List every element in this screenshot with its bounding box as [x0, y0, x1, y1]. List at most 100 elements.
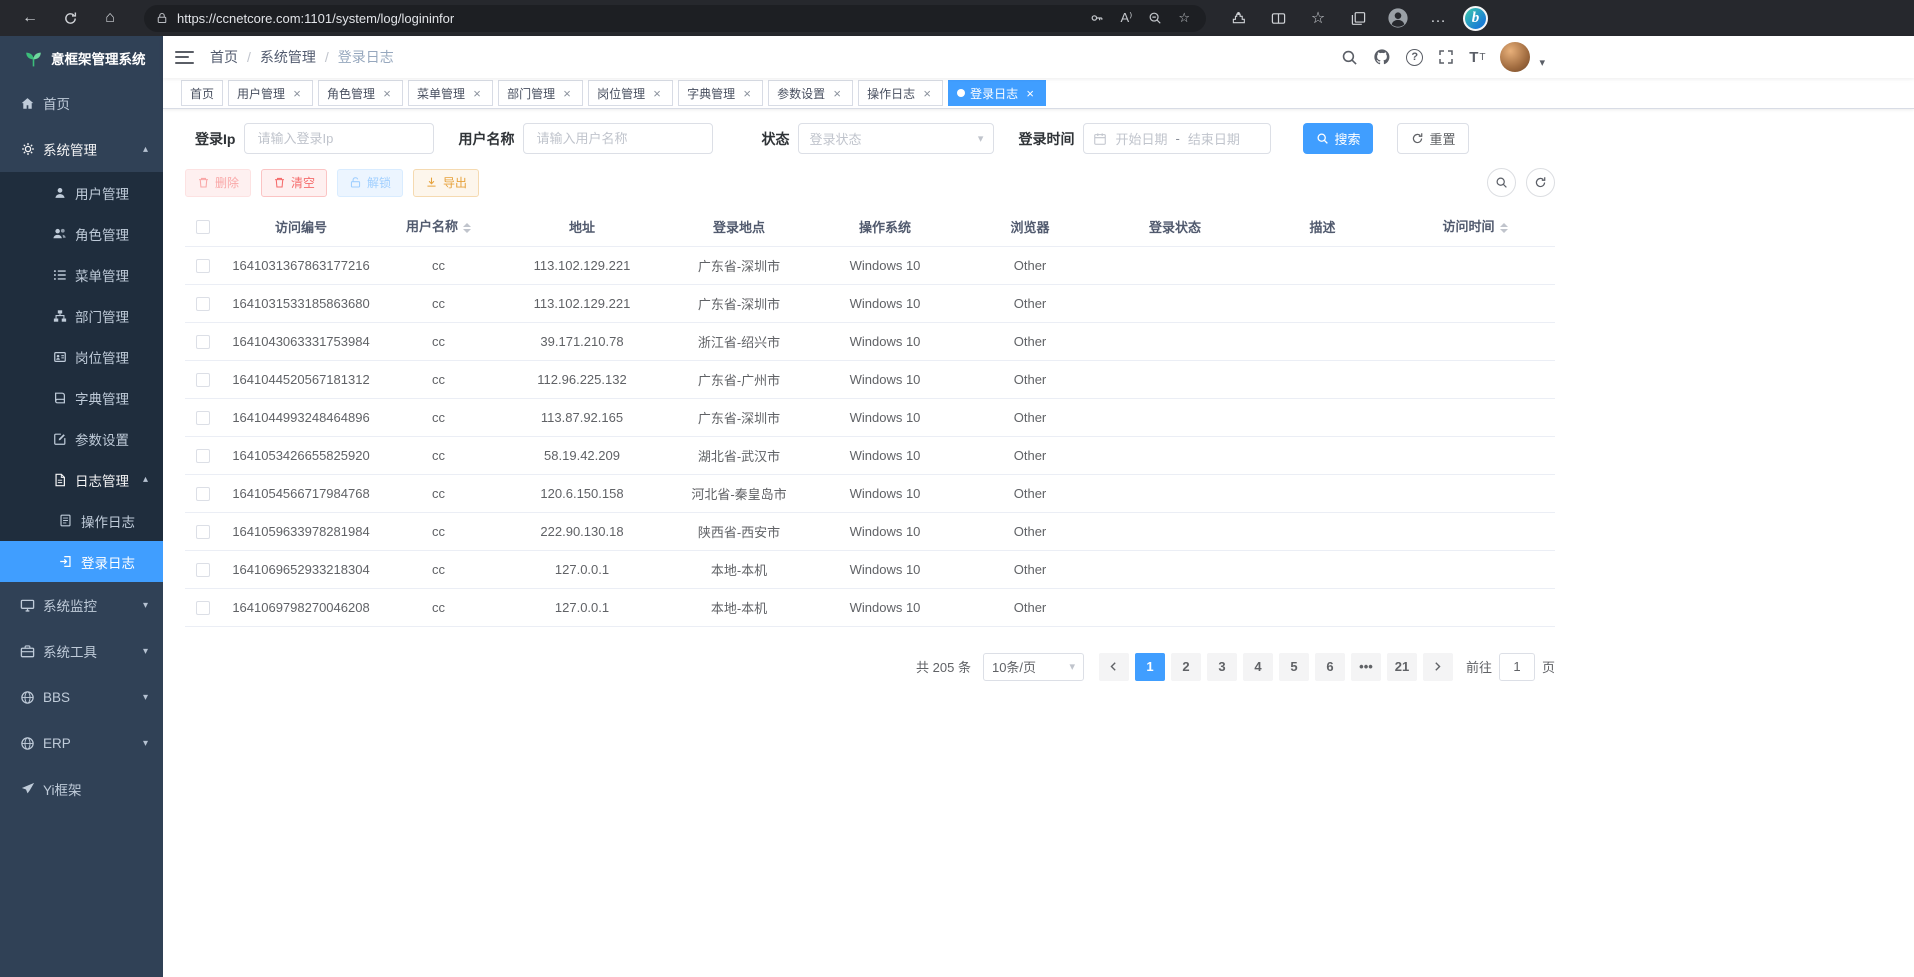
- browser-refresh-icon[interactable]: [55, 3, 85, 33]
- tab-close-icon[interactable]: ×: [830, 86, 844, 101]
- tab[interactable]: 用户管理×: [228, 80, 313, 106]
- extensions-icon[interactable]: [1223, 3, 1253, 33]
- page-size-select[interactable]: 10条/页 ▾: [983, 653, 1084, 681]
- sidebar-item-dict-mgmt[interactable]: 字典管理: [0, 377, 163, 418]
- favorite-star-icon[interactable]: ☆: [1178, 10, 1190, 26]
- table-row[interactable]: 1641069652933218304cc127.0.0.1本地-本机Windo…: [185, 550, 1555, 588]
- sort-carets-icon[interactable]: [463, 219, 471, 237]
- page-number-button[interactable]: 1: [1135, 653, 1165, 681]
- row-checkbox[interactable]: [196, 259, 210, 273]
- tab[interactable]: 岗位管理×: [588, 80, 673, 106]
- page-number-button[interactable]: 4: [1243, 653, 1273, 681]
- table-row[interactable]: 1641054566717984768cc120.6.150.158河北省-秦皇…: [185, 474, 1555, 512]
- browser-home-icon[interactable]: ⌂: [95, 3, 125, 33]
- tab-close-icon[interactable]: ×: [470, 86, 484, 101]
- tab[interactable]: 登录日志×: [948, 80, 1046, 106]
- table-row[interactable]: 1641043063331753984cc39.171.210.78浙江省-绍兴…: [185, 322, 1555, 360]
- sort-carets-icon[interactable]: [1500, 219, 1508, 237]
- tab[interactable]: 菜单管理×: [408, 80, 493, 106]
- sidebar-item-param-settings[interactable]: 参数设置: [0, 418, 163, 459]
- sidebar-toggle-button[interactable]: [175, 51, 194, 64]
- table-row[interactable]: 1641044520567181312cc112.96.225.132广东省-广…: [185, 360, 1555, 398]
- collections-icon[interactable]: [1343, 3, 1373, 33]
- table-row[interactable]: 1641059633978281984cc222.90.130.18陕西省-西安…: [185, 512, 1555, 550]
- url-text[interactable]: https://ccnetcore.com:1101/system/log/lo…: [177, 11, 1082, 26]
- export-button[interactable]: 导出: [413, 169, 479, 197]
- row-checkbox[interactable]: [196, 373, 210, 387]
- col-access-time[interactable]: 访问时间: [1395, 207, 1555, 246]
- delete-button[interactable]: 删除: [185, 169, 251, 197]
- avatar-caret-down-icon[interactable]: ▾: [1539, 56, 1545, 69]
- reset-button[interactable]: 重置: [1397, 123, 1469, 154]
- toggle-search-button[interactable]: [1487, 168, 1516, 197]
- tab[interactable]: 参数设置×: [768, 80, 853, 106]
- split-screen-icon[interactable]: [1263, 3, 1293, 33]
- sidebar-item-system-tools[interactable]: 系统工具 ▾: [0, 628, 163, 674]
- tab-close-icon[interactable]: ×: [560, 86, 574, 101]
- row-checkbox[interactable]: [196, 487, 210, 501]
- read-aloud-icon[interactable]: A⁾: [1120, 10, 1132, 26]
- page-number-button[interactable]: 3: [1207, 653, 1237, 681]
- copilot-bing-icon[interactable]: b: [1463, 6, 1488, 31]
- fullscreen-icon[interactable]: [1438, 49, 1454, 65]
- sidebar-item-erp[interactable]: ERP ▾: [0, 720, 163, 766]
- table-row[interactable]: 1641069798270046208cc127.0.0.1本地-本机Windo…: [185, 588, 1555, 626]
- sidebar-item-yi-framework[interactable]: Yi框架: [0, 766, 163, 812]
- page-ellipsis-button[interactable]: •••: [1351, 653, 1381, 681]
- tab-close-icon[interactable]: ×: [1023, 86, 1037, 101]
- login-ip-input[interactable]: [244, 123, 434, 154]
- sidebar-item-dept-mgmt[interactable]: 部门管理: [0, 295, 163, 336]
- table-row[interactable]: 1641044993248464896cc113.87.92.165广东省-深圳…: [185, 398, 1555, 436]
- page-number-button[interactable]: 21: [1387, 653, 1417, 681]
- page-number-button[interactable]: 2: [1171, 653, 1201, 681]
- header-search-icon[interactable]: [1341, 49, 1358, 66]
- sidebar-item-role-mgmt[interactable]: 角色管理: [0, 213, 163, 254]
- table-row[interactable]: 1641031367863177216cc113.102.129.221广东省-…: [185, 246, 1555, 284]
- tab[interactable]: 部门管理×: [498, 80, 583, 106]
- address-bar[interactable]: https://ccnetcore.com:1101/system/log/lo…: [144, 5, 1206, 32]
- clear-button[interactable]: 清空: [261, 169, 327, 197]
- password-key-icon[interactable]: [1090, 11, 1104, 25]
- refresh-table-button[interactable]: [1526, 168, 1555, 197]
- sidebar-item-home[interactable]: 首页: [0, 80, 163, 126]
- tab-close-icon[interactable]: ×: [740, 86, 754, 101]
- help-icon[interactable]: ?: [1406, 49, 1423, 66]
- col-user-name[interactable]: 用户名称: [381, 207, 496, 246]
- browser-settings-more-icon[interactable]: …: [1423, 3, 1453, 33]
- app-logo[interactable]: 意框架管理系统: [0, 36, 163, 80]
- browser-back-icon[interactable]: ←: [15, 3, 45, 33]
- sidebar-item-post-mgmt[interactable]: 岗位管理: [0, 336, 163, 377]
- sidebar-item-system-mgmt[interactable]: 系统管理 ▴: [0, 126, 163, 172]
- breadcrumb-home[interactable]: 首页: [210, 47, 238, 67]
- sidebar-item-system-monitor[interactable]: 系统监控 ▾: [0, 582, 163, 628]
- login-time-range-picker[interactable]: 开始日期 - 结束日期: [1083, 123, 1271, 154]
- prev-page-button[interactable]: [1099, 653, 1129, 681]
- sidebar-item-user-mgmt[interactable]: 用户管理: [0, 172, 163, 213]
- page-number-button[interactable]: 5: [1279, 653, 1309, 681]
- user-name-input[interactable]: [523, 123, 713, 154]
- sidebar-item-log-mgmt[interactable]: 日志管理 ▴: [0, 459, 163, 500]
- row-checkbox[interactable]: [196, 601, 210, 615]
- favorites-bar-icon[interactable]: ☆: [1303, 3, 1333, 33]
- tab[interactable]: 操作日志×: [858, 80, 943, 106]
- goto-page-input[interactable]: [1499, 653, 1535, 681]
- tab-close-icon[interactable]: ×: [920, 86, 934, 101]
- font-size-icon[interactable]: TT: [1469, 49, 1485, 66]
- zoom-out-icon[interactable]: [1148, 11, 1162, 25]
- login-status-select[interactable]: 登录状态 ▾: [798, 123, 994, 154]
- sidebar-item-bbs[interactable]: BBS ▾: [0, 674, 163, 720]
- sidebar-item-operation-log[interactable]: 操作日志: [0, 500, 163, 541]
- sidebar-item-menu-mgmt[interactable]: 菜单管理: [0, 254, 163, 295]
- next-page-button[interactable]: [1423, 653, 1453, 681]
- github-icon[interactable]: [1373, 48, 1391, 66]
- tab-close-icon[interactable]: ×: [650, 86, 664, 101]
- tab[interactable]: 字典管理×: [678, 80, 763, 106]
- row-checkbox[interactable]: [196, 297, 210, 311]
- row-checkbox[interactable]: [196, 411, 210, 425]
- tab[interactable]: 角色管理×: [318, 80, 403, 106]
- unlock-button[interactable]: 解锁: [337, 169, 403, 197]
- browser-profile-avatar-icon[interactable]: [1383, 3, 1413, 33]
- tab-close-icon[interactable]: ×: [380, 86, 394, 101]
- select-all-checkbox[interactable]: [196, 220, 210, 234]
- sidebar-item-login-log[interactable]: 登录日志: [0, 541, 163, 582]
